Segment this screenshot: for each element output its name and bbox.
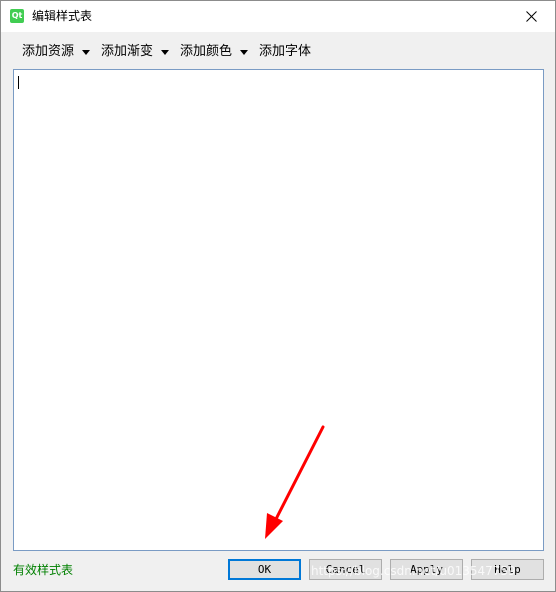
title-bar[interactable]: Qt 编辑样式表 [1,1,555,32]
window-title: 编辑样式表 [32,9,93,23]
validity-status: 有效样式表 [13,563,74,577]
help-button[interactable]: Help [471,559,544,580]
add-color-button[interactable]: 添加颜色 [180,43,232,61]
add-gradient-button[interactable]: 添加渐变 [101,43,153,61]
add-resource-dropdown-icon[interactable] [82,50,90,55]
add-font-button[interactable]: 添加字体 [259,43,311,61]
toolbar: 添加资源 添加渐变 添加颜色 添加字体 [1,39,555,65]
stylesheet-text-editor[interactable] [13,69,544,551]
add-color-dropdown-icon[interactable] [240,50,248,55]
text-caret [18,76,19,89]
apply-button[interactable]: Apply [390,559,463,580]
add-gradient-dropdown-icon[interactable] [161,50,169,55]
close-icon [526,11,537,22]
stylesheet-editor-dialog: Qt 编辑样式表 添加资源 添加渐变 添加颜色 添加字体 有效样式表 OK Ca… [0,0,556,592]
close-button[interactable] [509,1,555,32]
ok-button[interactable]: OK [228,559,301,580]
qt-logo-icon: Qt [10,9,24,23]
cancel-button[interactable]: Cancel [309,559,382,580]
add-resource-button[interactable]: 添加资源 [22,43,74,61]
